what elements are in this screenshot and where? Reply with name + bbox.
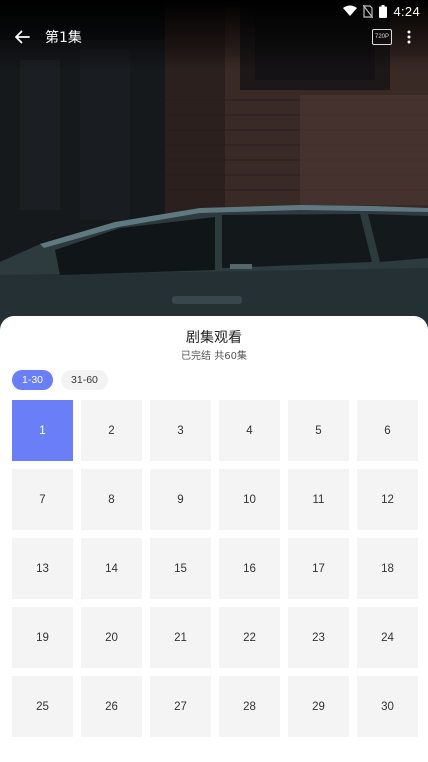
episode-tile[interactable]: 11 bbox=[288, 469, 349, 530]
episode-tile[interactable]: 2 bbox=[81, 400, 142, 461]
range-tabs: 1-30 31-60 bbox=[12, 370, 108, 390]
video-player[interactable]: 4:24 第1集 720P bbox=[0, 0, 428, 330]
episode-tile[interactable]: 7 bbox=[12, 469, 73, 530]
episode-tile[interactable]: 10 bbox=[219, 469, 280, 530]
episode-tile-current[interactable]: 1 bbox=[12, 400, 73, 461]
episode-tile[interactable]: 28 bbox=[219, 676, 280, 737]
range-tab-1-30[interactable]: 1-30 bbox=[12, 370, 54, 390]
wifi-icon bbox=[343, 5, 358, 17]
episode-tile[interactable]: 30 bbox=[357, 676, 418, 737]
episode-tile[interactable]: 23 bbox=[288, 607, 349, 668]
episode-tile[interactable]: 24 bbox=[357, 607, 418, 668]
episode-tile[interactable]: 25 bbox=[12, 676, 73, 737]
battery-icon bbox=[379, 4, 388, 18]
range-tab-31-60[interactable]: 31-60 bbox=[61, 370, 108, 390]
episode-tile[interactable]: 4 bbox=[219, 400, 280, 461]
episode-tile[interactable]: 5 bbox=[288, 400, 349, 461]
episode-grid: 1 2 3 4 5 6 7 8 9 10 11 12 13 14 15 16 1… bbox=[12, 400, 418, 737]
player-toolbar: 第1集 720P bbox=[0, 22, 428, 52]
back-button[interactable] bbox=[10, 25, 34, 49]
episode-tile[interactable]: 22 bbox=[219, 607, 280, 668]
episode-tile[interactable]: 17 bbox=[288, 538, 349, 599]
episode-tile[interactable]: 14 bbox=[81, 538, 142, 599]
episode-tile[interactable]: 19 bbox=[12, 607, 73, 668]
episode-tile[interactable]: 15 bbox=[150, 538, 211, 599]
screen: 4:24 第1集 720P 剧集观看 已完结 共60集 1-30 31-60 1… bbox=[0, 0, 428, 762]
episode-tile[interactable]: 8 bbox=[81, 469, 142, 530]
episode-tile[interactable]: 12 bbox=[357, 469, 418, 530]
back-arrow-icon bbox=[15, 30, 30, 44]
quality-button[interactable]: 720P bbox=[372, 29, 392, 45]
episode-tile[interactable]: 29 bbox=[288, 676, 349, 737]
status-bar: 4:24 bbox=[0, 0, 428, 22]
episode-tile[interactable]: 3 bbox=[150, 400, 211, 461]
episode-tile[interactable]: 13 bbox=[12, 538, 73, 599]
episode-sheet: 剧集观看 已完结 共60集 1-30 31-60 1 2 3 4 5 6 7 8… bbox=[0, 316, 428, 762]
sheet-title: 剧集观看 bbox=[186, 330, 242, 346]
sheet-subtitle: 已完结 共60集 bbox=[181, 351, 247, 362]
episode-tile[interactable]: 27 bbox=[150, 676, 211, 737]
episode-tile[interactable]: 18 bbox=[357, 538, 418, 599]
more-button[interactable] bbox=[399, 26, 419, 48]
episode-tile[interactable]: 16 bbox=[219, 538, 280, 599]
episode-tile[interactable]: 26 bbox=[81, 676, 142, 737]
episode-title: 第1集 bbox=[45, 30, 82, 46]
episode-tile[interactable]: 20 bbox=[81, 607, 142, 668]
episode-tile[interactable]: 21 bbox=[150, 607, 211, 668]
status-time: 4:24 bbox=[393, 3, 420, 19]
episode-tile[interactable]: 9 bbox=[150, 469, 211, 530]
episode-tile[interactable]: 6 bbox=[357, 400, 418, 461]
more-vertical-icon bbox=[407, 30, 411, 44]
no-sim-icon bbox=[363, 4, 374, 18]
